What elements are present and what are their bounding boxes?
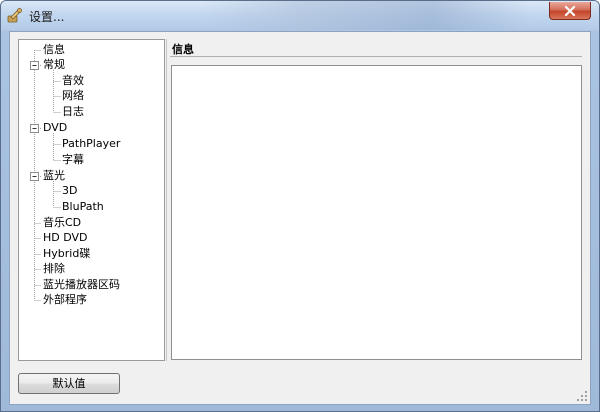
tree-item-subtitles[interactable]: 字幕: [62, 153, 84, 167]
minus-box-icon: [30, 172, 39, 181]
title-bar-background: [201, 1, 531, 30]
pane-splitter[interactable]: [166, 39, 167, 361]
tree-item-bluray-region[interactable]: 蓝光播放器区码: [43, 278, 120, 292]
tree-item-hybrid-disc[interactable]: Hybrid碟: [43, 247, 90, 261]
settings-tree[interactable]: 信息 常规 音效 网络 日志 DVD PathPlayer 字幕 蓝光 3D B…: [18, 39, 165, 361]
close-icon: [564, 5, 576, 16]
panel-title: 信息: [172, 43, 194, 56]
minus-box-icon: [30, 61, 39, 70]
tree-item-music-cd[interactable]: 音乐CD: [43, 216, 81, 230]
close-button[interactable]: [549, 2, 591, 20]
gear-wrench-icon: [7, 8, 22, 23]
dialog-client-area: 信息 常规 音效 网络 日志 DVD PathPlayer 字幕 蓝光 3D B…: [9, 31, 591, 405]
resize-grip-icon[interactable]: [576, 390, 588, 402]
window-title: 设置...: [29, 10, 65, 24]
tree-item-3d[interactable]: 3D: [62, 184, 77, 198]
tree-item-dvd[interactable]: DVD: [43, 121, 67, 135]
tree-item-audio[interactable]: 音效: [62, 74, 84, 88]
info-content-area: [171, 65, 582, 360]
tree-item-pathplayer[interactable]: PathPlayer: [62, 137, 120, 151]
settings-window: 设置... 信息 常规 音效 网络 日志 DVD PathPlayer 字幕 蓝…: [0, 0, 600, 412]
tree-item-blupath[interactable]: BluPath: [62, 200, 104, 214]
title-bar[interactable]: 设置...: [1, 1, 599, 30]
tree-item-bluray[interactable]: 蓝光: [43, 169, 65, 183]
panel-title-divider: [170, 56, 582, 57]
restore-defaults-button[interactable]: 默认值: [18, 373, 120, 394]
tree-item-exclude[interactable]: 排除: [43, 262, 65, 276]
tree-item-info[interactable]: 信息: [43, 43, 65, 57]
tree-item-hd-dvd[interactable]: HD DVD: [43, 231, 88, 245]
tree-item-external-programs[interactable]: 外部程序: [43, 293, 87, 307]
tree-item-network[interactable]: 网络: [62, 89, 84, 103]
tree-item-log[interactable]: 日志: [62, 105, 84, 119]
tree-item-general[interactable]: 常规: [43, 58, 65, 72]
minus-box-icon: [30, 124, 39, 133]
